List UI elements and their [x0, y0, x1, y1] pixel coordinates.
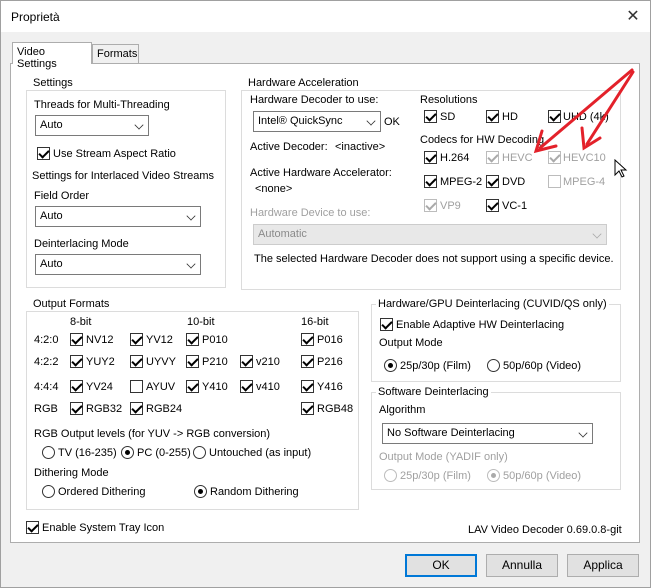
- annotation-arrows: [533, 68, 635, 154]
- tab-label: Video Settings: [17, 46, 57, 70]
- mouse-cursor-icon: [614, 159, 628, 178]
- tab-video-settings[interactable]: Video Settings: [12, 42, 92, 70]
- annotation-arrow-hevc: [538, 68, 634, 150]
- annotation-arrow-hevc10: [585, 70, 635, 146]
